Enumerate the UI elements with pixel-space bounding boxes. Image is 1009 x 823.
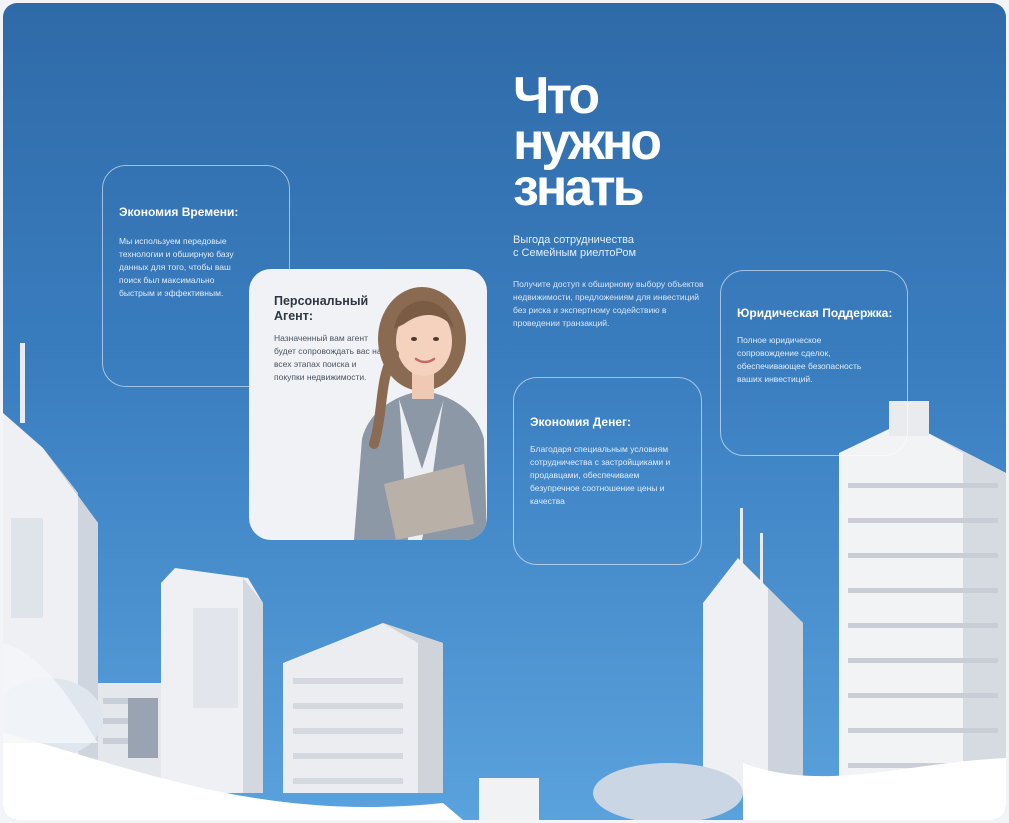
intro-text: Получите доступ к обширному выбору объек… bbox=[513, 279, 704, 328]
agent-portrait bbox=[354, 287, 487, 540]
subtitle: Выгода сотрудничества с Семейным риелтоР… bbox=[513, 234, 703, 260]
card-title: Экономия Денег: bbox=[530, 415, 632, 429]
card-title: Юридическая Поддержка: bbox=[737, 306, 893, 320]
card-text: Мы используем передовые технологии и обш… bbox=[119, 236, 234, 298]
subtitle-line: с Семейным риелтоРом bbox=[513, 247, 637, 259]
card-text: Полное юридическое сопровождение сделок,… bbox=[737, 335, 862, 384]
card-text: Благодаря специальным условиям сотруднич… bbox=[530, 444, 671, 506]
page-title: Что нужно знать bbox=[513, 70, 662, 217]
title-line: знать bbox=[513, 159, 645, 217]
card-title: Экономия Времени: bbox=[119, 205, 239, 219]
hero-section: Что нужно знать Выгода сотрудничества с … bbox=[3, 3, 1006, 820]
card-money-saving: Экономия Денег: Благодаря специальным ус… bbox=[513, 377, 702, 565]
subtitle-line: Выгода сотрудничества bbox=[513, 234, 635, 246]
card-personal-agent: Персональный Агент: Назначенный вам аген… bbox=[249, 269, 487, 540]
card-legal-support: Юридическая Поддержка: Полное юридическо… bbox=[720, 270, 908, 456]
